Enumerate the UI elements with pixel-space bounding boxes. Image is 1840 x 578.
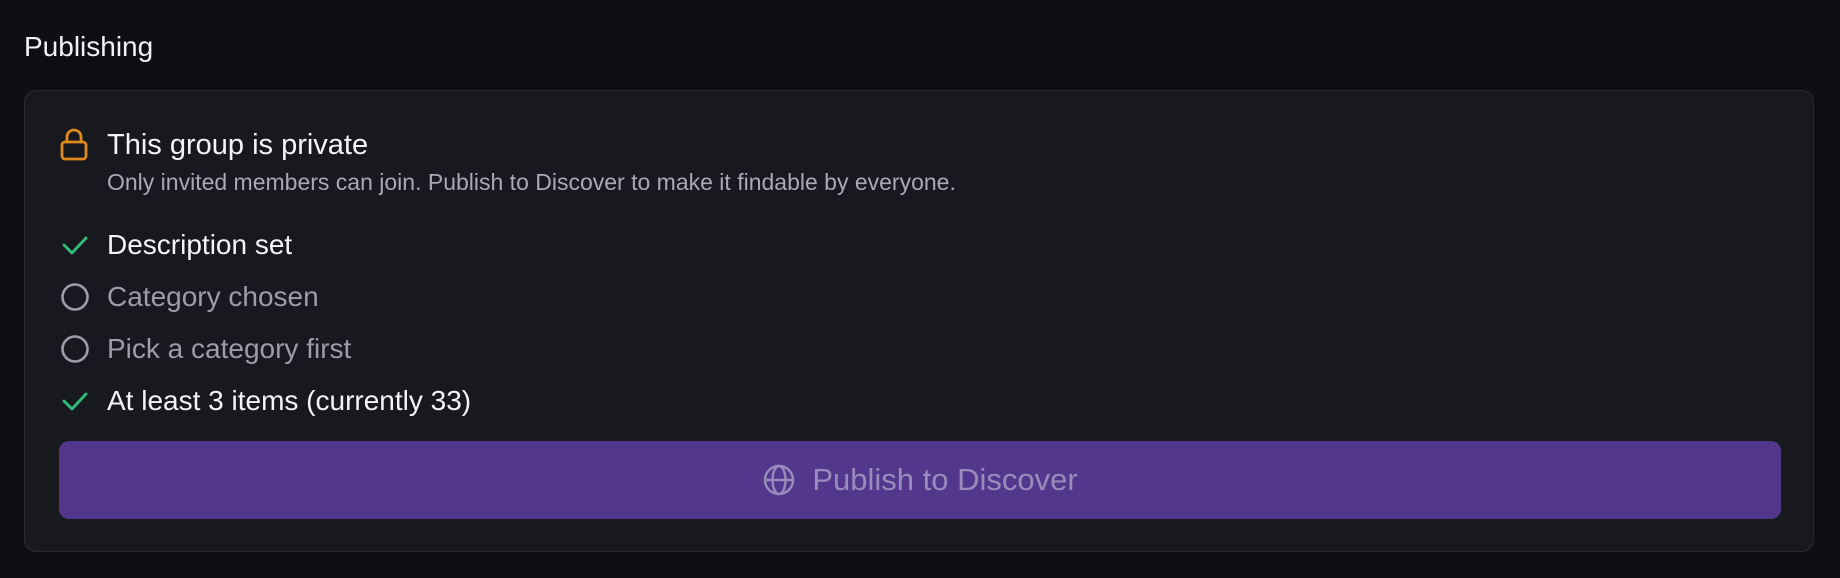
publish-requirements-list: Description set Category chosen Pick a c… xyxy=(59,219,471,427)
globe-icon xyxy=(762,463,796,497)
requirement-label: Category chosen xyxy=(107,281,319,312)
requirement-pick-category: Pick a category first xyxy=(59,323,471,375)
requirement-label: At least 3 items (currently 33) xyxy=(107,385,472,416)
check-icon xyxy=(59,229,91,261)
requirement-label: Description set xyxy=(107,229,293,260)
publishing-card: This group is private Only invited membe… xyxy=(24,90,1814,552)
privacy-description: Only invited members can join. Publish t… xyxy=(107,169,956,195)
check-icon xyxy=(59,385,91,417)
empty-circle-icon xyxy=(59,333,91,365)
section-title: Publishing xyxy=(24,31,154,62)
empty-circle-icon xyxy=(59,281,91,313)
publish-button-label: Publish to Discover xyxy=(812,462,1078,497)
publish-to-discover-button[interactable]: Publish to Discover xyxy=(59,441,1781,519)
requirement-min-items: At least 3 items (currently 33) xyxy=(59,375,471,427)
requirement-description-set: Description set xyxy=(59,219,471,271)
lock-icon xyxy=(59,127,89,161)
requirement-category-chosen: Category chosen xyxy=(59,271,471,323)
requirement-label: Pick a category first xyxy=(107,333,352,364)
privacy-title: This group is private xyxy=(107,129,369,161)
